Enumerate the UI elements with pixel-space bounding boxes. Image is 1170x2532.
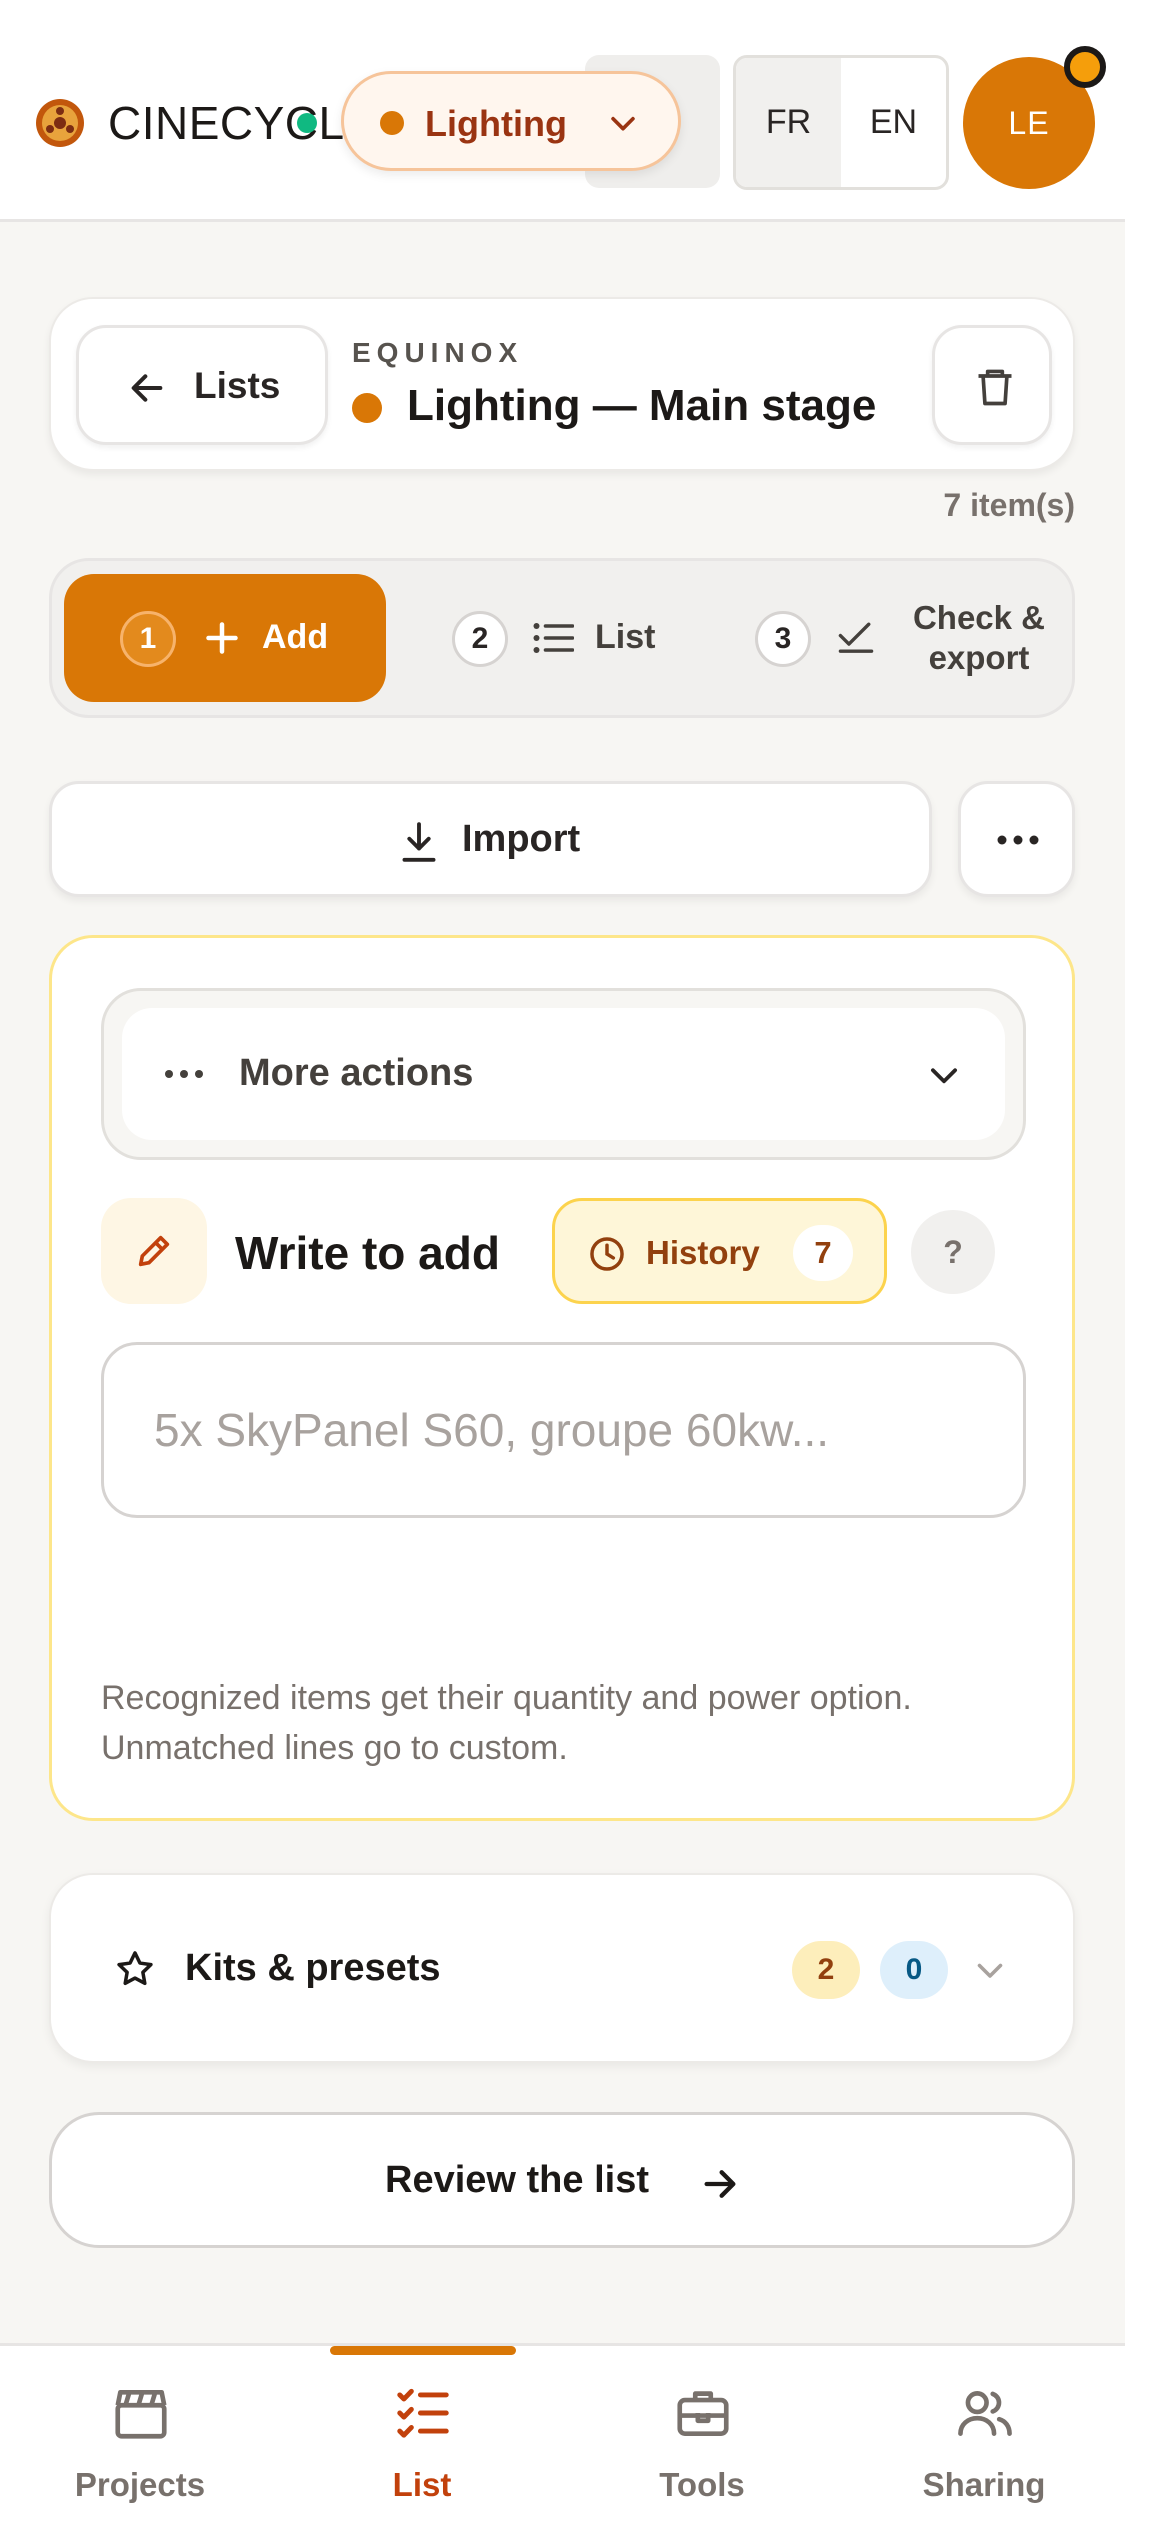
step-number: 3 bbox=[755, 611, 811, 667]
pencil-icon bbox=[138, 1235, 170, 1267]
nav-label: Sharing bbox=[922, 2466, 1046, 2503]
language-en-button[interactable]: EN bbox=[841, 58, 946, 187]
history-label: History bbox=[646, 1234, 760, 1271]
history-count-badge: 7 bbox=[793, 1225, 853, 1281]
helper-text: Recognized items get their quantity and … bbox=[101, 1679, 912, 1767]
nav-label: Projects bbox=[74, 2466, 206, 2503]
project-name: EQUINOX bbox=[352, 337, 524, 368]
language-fr-button[interactable]: FR bbox=[736, 58, 841, 187]
notification-badge bbox=[1064, 46, 1106, 88]
step-number: 1 bbox=[120, 611, 176, 667]
plus-icon bbox=[206, 622, 238, 654]
download-icon bbox=[402, 822, 436, 862]
kits-count-badge: 2 bbox=[792, 1941, 860, 1999]
step-add[interactable]: 1 Add bbox=[64, 574, 386, 702]
active-tab-indicator bbox=[330, 2346, 516, 2355]
nav-list[interactable]: List bbox=[302, 2382, 542, 2512]
star-icon bbox=[117, 1951, 153, 1986]
chevron-down-icon bbox=[611, 116, 635, 131]
more-actions-label: More actions bbox=[239, 1052, 474, 1094]
users-icon bbox=[958, 2391, 1012, 2436]
step-label: Add bbox=[262, 618, 329, 656]
kits-label: Kits & presets bbox=[185, 1947, 441, 1989]
quick-add-input[interactable] bbox=[101, 1342, 1026, 1518]
back-to-lists-button[interactable]: Lists bbox=[76, 325, 328, 445]
list-title: Lighting — Main stage bbox=[407, 381, 877, 430]
section-title: Write to add bbox=[235, 1227, 500, 1279]
checklist-icon bbox=[397, 2388, 449, 2438]
item-count: 7 item(s) bbox=[943, 487, 1075, 523]
clock-icon bbox=[590, 1237, 624, 1271]
department-label: Lighting bbox=[425, 103, 567, 144]
more-dots-icon bbox=[997, 835, 1039, 845]
bottom-navigation: Projects List Tools Sharing bbox=[0, 2343, 1125, 2532]
nav-tools[interactable]: Tools bbox=[582, 2382, 822, 2512]
help-button[interactable]: ? bbox=[911, 1210, 995, 1294]
pencil-badge bbox=[101, 1198, 207, 1304]
list-icon bbox=[533, 623, 574, 653]
app-screen: CINECYCLO Lighting FR EN LE Lists EQUINO… bbox=[0, 0, 1125, 2532]
import-button[interactable]: Import bbox=[49, 781, 932, 897]
nav-label: List bbox=[392, 2466, 452, 2503]
film-reel-icon bbox=[36, 99, 84, 147]
nav-label: Tools bbox=[659, 2466, 745, 2503]
nav-sharing[interactable]: Sharing bbox=[864, 2382, 1104, 2512]
viewport-edge bbox=[1125, 0, 1170, 2532]
review-list-button[interactable]: Review the list bbox=[49, 2112, 1075, 2248]
back-label: Lists bbox=[194, 365, 281, 406]
more-actions-container: More actions bbox=[101, 988, 1026, 1160]
top-header: CINECYCLO Lighting FR EN LE bbox=[0, 0, 1125, 222]
arrow-right-icon bbox=[704, 2170, 736, 2198]
chevron-down-icon bbox=[931, 1068, 957, 1084]
more-dots-icon bbox=[165, 1070, 203, 1078]
kits-presets-section[interactable]: Kits & presets 2 0 bbox=[49, 1873, 1075, 2063]
language-switcher: FR EN bbox=[733, 55, 949, 190]
list-header-card: Lists EQUINOX Lighting — Main stage bbox=[49, 297, 1075, 471]
step-number: 2 bbox=[452, 611, 508, 667]
import-label: Import bbox=[462, 818, 581, 860]
history-button[interactable]: History 7 bbox=[552, 1198, 887, 1304]
step-list[interactable]: 2 List bbox=[452, 574, 702, 702]
trash-icon bbox=[978, 369, 1012, 406]
delete-list-button[interactable] bbox=[932, 325, 1052, 445]
check-icon bbox=[838, 622, 874, 653]
more-options-button[interactable] bbox=[958, 781, 1075, 897]
quick-add-panel: More actions Write to add History 7 ? Re… bbox=[49, 935, 1075, 1821]
department-selector[interactable]: Lighting bbox=[341, 71, 681, 171]
nav-projects[interactable]: Projects bbox=[20, 2382, 260, 2512]
step-label: Check & export bbox=[912, 599, 1046, 676]
department-color-dot bbox=[380, 111, 404, 135]
step-label: List bbox=[595, 618, 656, 656]
chevron-down-icon bbox=[977, 1963, 1003, 1978]
arrow-left-icon bbox=[131, 374, 163, 402]
online-status-dot bbox=[297, 113, 317, 133]
step-check-export[interactable]: 3 Check & export bbox=[755, 574, 1075, 702]
review-label: Review the list bbox=[385, 2159, 649, 2201]
toolbox-icon bbox=[677, 2391, 729, 2436]
clapperboard-icon bbox=[115, 2390, 167, 2439]
workflow-stepper: 1 Add 2 List 3 Check & export bbox=[49, 558, 1075, 718]
more-actions-toggle[interactable]: More actions bbox=[122, 1008, 1005, 1140]
list-color-dot bbox=[352, 393, 382, 423]
presets-count-badge: 0 bbox=[880, 1941, 948, 1999]
